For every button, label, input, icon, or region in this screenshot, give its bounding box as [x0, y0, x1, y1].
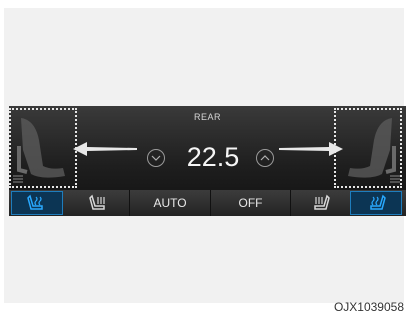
auto-button[interactable]: AUTO [129, 190, 211, 216]
left-seat-heat-button[interactable] [11, 191, 63, 215]
bottom-control-bar: AUTO OFF [9, 190, 406, 216]
seat-vent-icon [89, 194, 105, 210]
temperature-control: 22.5 [139, 142, 279, 174]
right-seat-heat-button[interactable] [350, 191, 402, 215]
chevron-up-icon [260, 155, 270, 161]
rear-climate-panel: REAR 22.5 AUTO OFF [9, 106, 406, 216]
temp-up-button[interactable] [256, 149, 274, 167]
left-seat-selector[interactable] [9, 108, 77, 188]
seat-heat-icon [27, 194, 43, 210]
temp-down-button[interactable] [147, 149, 165, 167]
off-button[interactable]: OFF [211, 190, 291, 216]
chevron-down-icon [151, 155, 161, 161]
left-airflow-arrow-icon [73, 142, 137, 156]
left-seat-icon [13, 118, 65, 183]
temperature-value: 22.5 [186, 142, 240, 172]
left-seat-vent-button[interactable] [81, 191, 117, 215]
figure-caption: OJX1039058 [333, 300, 404, 314]
seat-heat-icon [370, 194, 386, 210]
seat-vent-icon [314, 194, 330, 210]
right-seat-vent-button[interactable] [302, 191, 338, 215]
right-airflow-arrow-icon [279, 142, 343, 156]
